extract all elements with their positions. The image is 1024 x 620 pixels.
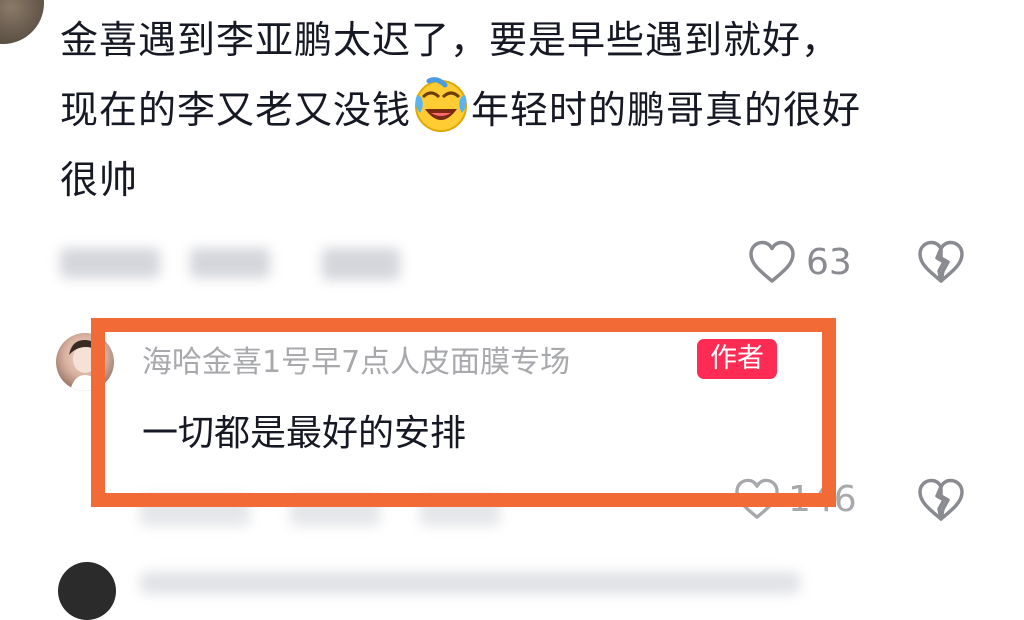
reply-dislike-button[interactable] bbox=[917, 478, 965, 522]
laughing-crying-emoji-icon bbox=[415, 77, 468, 132]
like-count: 63 bbox=[806, 241, 852, 283]
heart-outline-icon bbox=[749, 240, 795, 283]
comment-body: 金喜遇到李亚鹏太迟了，要是早些遇到就好， 现在的李又老又没钱 年轻时的鹏哥真的很… bbox=[60, 5, 990, 215]
comment-line-2-end: 年轻时的鹏哥真的很好 bbox=[471, 88, 862, 132]
comment-meta-blurred bbox=[60, 248, 160, 278]
comment-line-3: 很帅 bbox=[60, 158, 139, 202]
commenter-avatar[interactable] bbox=[0, 0, 44, 44]
highlight-frame bbox=[91, 318, 836, 507]
broken-heart-icon bbox=[918, 478, 964, 521]
like-stat[interactable]: 63 bbox=[748, 240, 852, 284]
next-commenter-avatar[interactable] bbox=[58, 562, 116, 620]
comment-location-blurred bbox=[190, 248, 270, 278]
comment-line-2-start: 现在的李又老又没钱 bbox=[60, 88, 412, 132]
reply-button-blurred[interactable] bbox=[322, 248, 400, 280]
dislike-button[interactable] bbox=[917, 240, 965, 284]
comment-line-2: 现在的李又老又没钱 年轻时的鹏哥真的很好 bbox=[60, 75, 990, 145]
broken-heart-icon bbox=[918, 240, 964, 283]
next-comment-blurred bbox=[140, 572, 800, 594]
comment-line-1: 金喜遇到李亚鹏太迟了，要是早些遇到就好， bbox=[60, 18, 841, 62]
